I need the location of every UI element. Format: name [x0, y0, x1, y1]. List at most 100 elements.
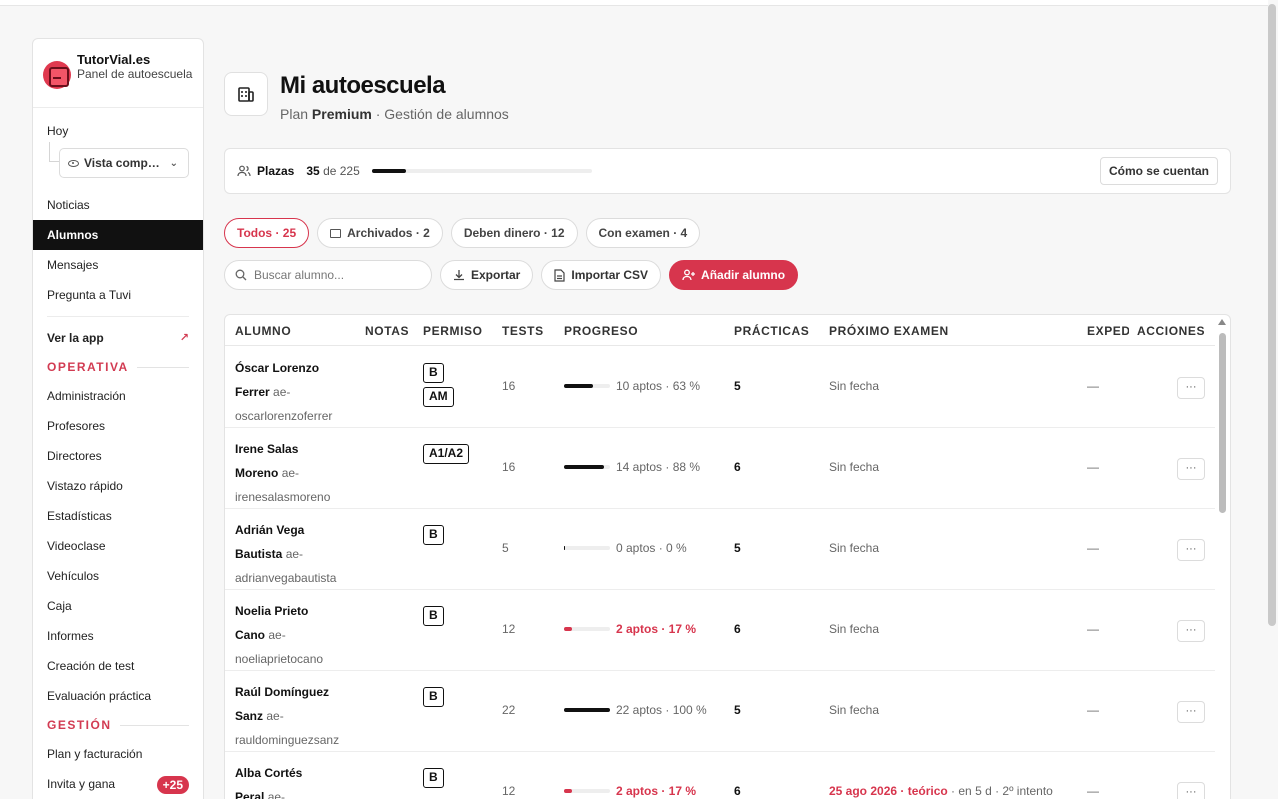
- progress-cell: 2 aptos · 17 %: [564, 784, 696, 798]
- sidebar-item-ver-app[interactable]: Ver la app ↗: [33, 323, 203, 353]
- sidebar-item-evaluacion-practica[interactable]: Evaluación práctica: [33, 681, 203, 711]
- progress-bar-fill: [564, 708, 610, 712]
- col-progreso[interactable]: PROGRESO: [564, 324, 638, 338]
- sidebar-item-estadisticas[interactable]: Estadísticas: [33, 501, 203, 531]
- sidebar-item-plan-facturacion[interactable]: Plan y facturación: [33, 739, 203, 769]
- sidebar-item-invita-gana[interactable]: Invita y gana +25: [33, 769, 203, 799]
- sidebar-item-administracion[interactable]: Administración: [33, 381, 203, 411]
- col-permiso[interactable]: PERMISO: [423, 324, 483, 338]
- table-header: ALUMNO NOTAS PERMISO TESTS PROGRESO PRÁC…: [225, 315, 1215, 346]
- sidebar-item-directores[interactable]: Directores: [33, 441, 203, 471]
- student-username-prefix: ae-: [267, 790, 286, 799]
- exam-date: Sin fecha: [829, 703, 880, 717]
- exam-date: 25 ago 2026 · teórico: [829, 784, 948, 798]
- exped-value: —: [1087, 622, 1099, 636]
- practicas-count: 6: [734, 784, 741, 798]
- table-row[interactable]: Noelia Prieto Cano ae- noeliaprietocano …: [225, 590, 1215, 671]
- student-username: oscarlorenzoferrer: [235, 409, 333, 423]
- import-csv-button[interactable]: Importar CSV: [541, 260, 662, 290]
- tests-count: 16: [502, 460, 516, 474]
- filter-con-examen[interactable]: Con examen · 4: [585, 218, 701, 248]
- plazas-label: Plazas: [257, 164, 295, 178]
- table-row[interactable]: Irene Salas Moreno ae- irenesalasmoreno …: [225, 428, 1215, 509]
- sidebar-item-caja[interactable]: Caja: [33, 591, 203, 621]
- permiso-cell: B: [423, 606, 444, 630]
- col-practicas[interactable]: PRÁCTICAS: [734, 324, 809, 338]
- sidebar-item-informes[interactable]: Informes: [33, 621, 203, 651]
- student-first-name: Noelia Prieto: [235, 604, 309, 618]
- filter-deben-dinero[interactable]: Deben dinero · 12: [450, 218, 578, 248]
- progress-bar: [564, 789, 610, 793]
- add-user-icon: [682, 269, 696, 281]
- sidebar-item-vehiculos[interactable]: Vehículos: [33, 561, 203, 591]
- plazas-progress-fill: [371, 169, 407, 173]
- progress-bar-fill: [564, 465, 605, 469]
- student-name[interactable]: Noelia Prieto Cano ae- noeliaprietocano: [235, 599, 355, 671]
- progress-text: 2 aptos · 17 %: [616, 784, 697, 798]
- student-username-prefix: ae-: [273, 385, 291, 399]
- student-name[interactable]: Alba Cortés Peral ae-: [235, 761, 355, 799]
- table-scrollbar[interactable]: [1219, 333, 1226, 513]
- next-exam: Sin fecha: [829, 622, 879, 636]
- progress-text: 0 aptos · 0 %: [616, 541, 687, 555]
- sidebar-item-alumnos[interactable]: Alumnos: [33, 220, 203, 250]
- student-name[interactable]: Óscar Lorenzo Ferrer ae- oscarlorenzofer…: [235, 356, 355, 428]
- vista-select[interactable]: Vista comp… ⌄: [59, 148, 189, 178]
- plan-prefix: Plan: [280, 106, 309, 122]
- building-icon: [224, 72, 268, 116]
- row-actions-button[interactable]: ···: [1177, 539, 1205, 561]
- row-actions-button[interactable]: ···: [1177, 458, 1205, 480]
- sidebar-item-profesores[interactable]: Profesores: [33, 411, 203, 441]
- student-last-name: Sanz: [235, 709, 264, 723]
- sidebar-item-videoclase[interactable]: Videoclase: [33, 531, 203, 561]
- col-acciones[interactable]: ACCIONES: [1137, 324, 1205, 338]
- como-se-cuentan-button[interactable]: Cómo se cuentan: [1099, 157, 1218, 185]
- col-exped[interactable]: EXPED: [1087, 324, 1129, 338]
- sidebar-item-mensajes[interactable]: Mensajes: [33, 250, 203, 280]
- plazas-total: de 225: [323, 164, 360, 178]
- student-name[interactable]: Raúl Domínguez Sanz ae- rauldominguezsan…: [235, 680, 355, 752]
- row-actions-button[interactable]: ···: [1177, 701, 1205, 723]
- sidebar-item-vistazo-rapido[interactable]: Vistazo rápido: [33, 471, 203, 501]
- import-label: Importar CSV: [571, 268, 649, 282]
- tests-count: 12: [502, 784, 516, 798]
- export-button[interactable]: Exportar: [440, 260, 534, 290]
- exped-value: —: [1087, 460, 1099, 474]
- add-student-label: Añadir alumno: [701, 268, 786, 282]
- student-name[interactable]: Adrián Vega Bautista ae- adrianvegabauti…: [235, 518, 355, 590]
- scroll-up-arrow-icon[interactable]: [1218, 319, 1226, 325]
- brand[interactable]: TutorVial.es Panel de autoescuela: [33, 39, 203, 108]
- sidebar-item-noticias[interactable]: Noticias: [33, 190, 203, 220]
- progress-bar: [564, 384, 610, 388]
- student-last-name: Peral: [235, 790, 265, 799]
- divider: [47, 316, 189, 317]
- table-row[interactable]: Alba Cortés Peral ae- B 12 2 aptos · 17 …: [225, 752, 1215, 799]
- search-input[interactable]: Buscar alumno...: [224, 260, 432, 290]
- add-student-button[interactable]: Añadir alumno: [669, 260, 799, 290]
- progress-cell: 2 aptos · 17 %: [564, 622, 696, 636]
- col-tests[interactable]: TESTS: [502, 324, 544, 338]
- row-actions-button[interactable]: ···: [1177, 620, 1205, 642]
- permiso-cell: B: [423, 768, 444, 792]
- table-row[interactable]: Óscar Lorenzo Ferrer ae- oscarlorenzofer…: [225, 347, 1215, 428]
- progress-text: 14 aptos · 88 %: [616, 460, 701, 474]
- row-actions-button[interactable]: ···: [1177, 377, 1205, 399]
- row-actions-button[interactable]: ···: [1177, 782, 1205, 799]
- progress-bar: [564, 708, 610, 712]
- external-link-icon: ↗: [179, 332, 189, 344]
- page-scrollbar[interactable]: [1268, 4, 1276, 626]
- vista-select-value: Vista comp…: [84, 156, 160, 170]
- sidebar-item-pregunta-tuvi[interactable]: Pregunta a Tuvi: [33, 280, 203, 310]
- col-proximo-examen[interactable]: PRÓXIMO EXAMEN: [829, 324, 949, 338]
- sidebar-item-creacion-test[interactable]: Creación de test: [33, 651, 203, 681]
- filter-todos[interactable]: Todos · 25: [224, 218, 310, 248]
- filter-archivados[interactable]: Archivados · 2: [317, 218, 443, 248]
- col-notas[interactable]: NOTAS: [365, 324, 409, 338]
- permiso-cell: B: [423, 687, 444, 711]
- col-alumno[interactable]: ALUMNO: [235, 324, 291, 338]
- brand-subtitle: Panel de autoescuela: [77, 67, 193, 81]
- table-row[interactable]: Adrián Vega Bautista ae- adrianvegabauti…: [225, 509, 1215, 590]
- student-name[interactable]: Irene Salas Moreno ae- irenesalasmoreno: [235, 437, 355, 509]
- table-row[interactable]: Raúl Domínguez Sanz ae- rauldominguezsan…: [225, 671, 1215, 752]
- section-gestion: GESTIÓN: [33, 711, 203, 739]
